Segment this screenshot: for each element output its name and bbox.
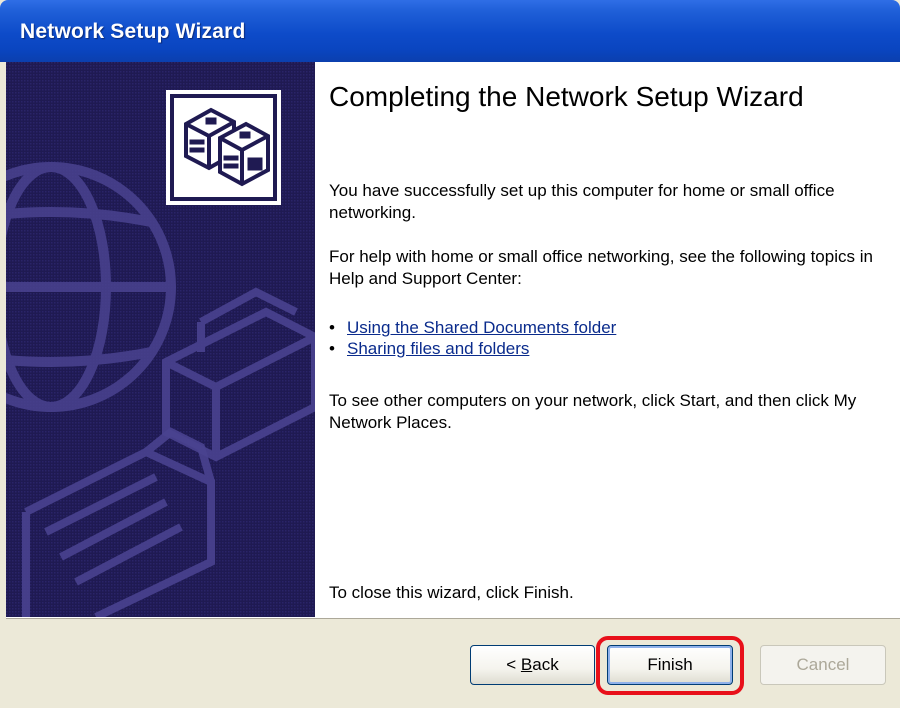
side-panel-artwork xyxy=(6,62,315,617)
help-topics-list: • Using the Shared Documents folder • Sh… xyxy=(329,317,616,359)
close-instructions: To close this wizard, click Finish. xyxy=(329,583,574,602)
network-places-hint: To see other computers on your network, … xyxy=(329,391,857,432)
bullet-icon: • xyxy=(329,318,335,337)
back-button[interactable]: < Back xyxy=(470,645,595,685)
sharing-files-link[interactable]: Sharing files and folders xyxy=(347,339,529,358)
success-message: You have successfully set up this comput… xyxy=(329,181,835,222)
network-computers-icon xyxy=(166,90,281,205)
finish-highlight-outline xyxy=(596,636,744,695)
back-label-rest: ack xyxy=(532,655,559,674)
wizard-heading: Completing the Network Setup Wizard xyxy=(329,81,804,112)
help-intro: For help with home or small office netwo… xyxy=(329,247,873,288)
shared-documents-link[interactable]: Using the Shared Documents folder xyxy=(347,318,616,337)
cancel-button[interactable]: Cancel xyxy=(760,645,886,685)
back-accelerator: B xyxy=(520,655,533,674)
window-title: Network Setup Wizard xyxy=(20,20,246,43)
back-prefix: < xyxy=(506,655,521,674)
bullet-icon: • xyxy=(329,339,335,358)
title-bar[interactable]: Network Setup Wizard xyxy=(0,0,900,62)
help-topic-item: • Using the Shared Documents folder xyxy=(329,317,616,338)
help-topic-item: • Sharing files and folders xyxy=(329,338,616,359)
wizard-content: Completing the Network Setup Wizard You … xyxy=(315,62,900,617)
wizard-window: Network Setup Wizard Completing the Netw… xyxy=(0,0,900,708)
wizard-side-panel xyxy=(6,62,315,617)
